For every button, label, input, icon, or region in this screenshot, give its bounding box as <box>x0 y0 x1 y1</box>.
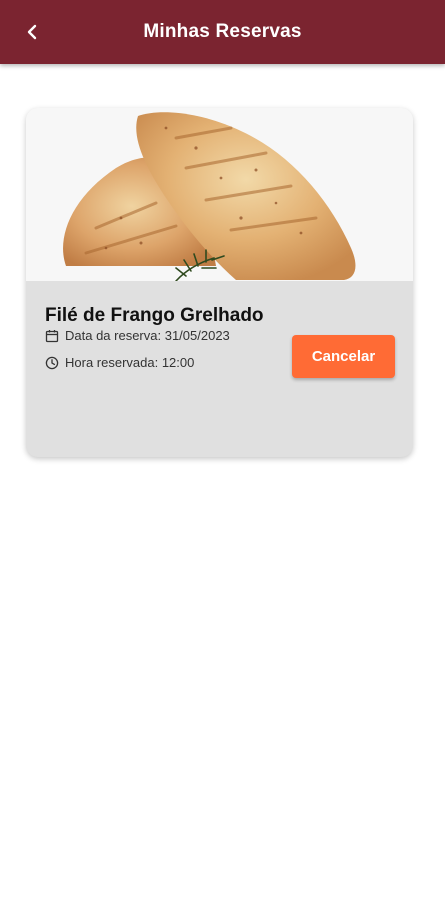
reservation-date-row: Data da reserva: 31/05/2023 <box>45 328 230 343</box>
reservation-time-text: Hora reservada: 12:00 <box>65 355 195 370</box>
reservation-date-text: Data da reserva: 31/05/2023 <box>65 328 230 343</box>
card-body: Filé de Frango Grelhado Data da reserva:… <box>26 281 413 457</box>
reservations-list: Filé de Frango Grelhado Data da reserva:… <box>0 64 445 900</box>
cancel-button[interactable]: Cancelar <box>292 335 395 378</box>
page-title: Minhas Reservas <box>143 21 302 42</box>
reservation-time-row: Hora reservada: 12:00 <box>45 355 194 370</box>
clock-icon <box>45 356 59 370</box>
dish-name: Filé de Frango Grelhado <box>45 305 264 326</box>
app-bar: Minhas Reservas <box>0 0 445 64</box>
grilled-chicken-photo <box>26 108 413 281</box>
calendar-icon <box>45 329 59 343</box>
dish-photo <box>26 108 413 281</box>
reservation-card: Filé de Frango Grelhado Data da reserva:… <box>26 108 413 457</box>
